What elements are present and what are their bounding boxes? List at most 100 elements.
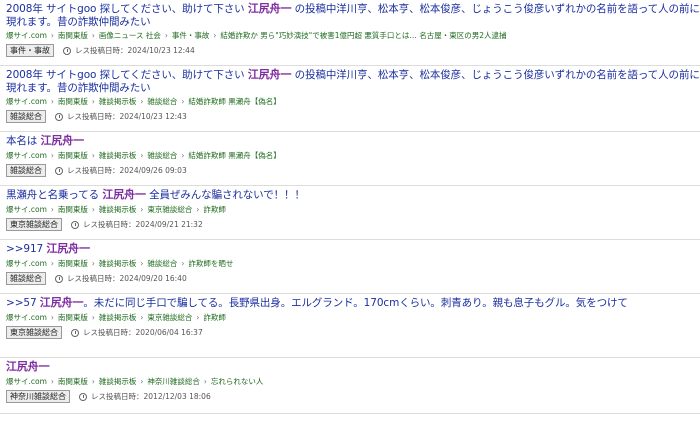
breadcrumb-separator: › — [91, 97, 95, 106]
breadcrumb-link[interactable]: 南関東版 — [58, 31, 88, 40]
category-badge[interactable]: 雑談総合 — [6, 110, 46, 123]
post-date-label: レス投稿日時： — [91, 392, 144, 401]
breadcrumb-link[interactable]: 東京雑談総合 — [147, 313, 192, 322]
post-date-label: レス投稿日時： — [83, 328, 136, 337]
title-highlight: 江尻舟一 — [46, 242, 90, 255]
result-item: 本名は 江尻舟一 爆サイ.com › 南関東版 › 雑談掲示板 › 雑談総合 › 結婚詐欺師 黒瀬… — [0, 132, 700, 186]
breadcrumb-link[interactable]: 南関東版 — [58, 313, 88, 322]
title-text: 2008年 サイトgoo 探してください、助けて下さい — [6, 69, 248, 81]
category-badge[interactable]: 東京雑談総合 — [6, 326, 62, 339]
breadcrumb: 爆サイ.com › 南関東版 › 雑談掲示板 › 雑談総合 › 詐欺師を晒せ — [6, 258, 700, 269]
breadcrumb-link[interactable]: 爆サイ.com — [6, 259, 47, 268]
breadcrumb-separator: › — [50, 377, 54, 386]
breadcrumb-link[interactable]: 爆サイ.com — [6, 377, 47, 386]
breadcrumb-separator: › — [140, 259, 144, 268]
result-title-link[interactable]: 2008年 サイトgoo 探してください、助けて下さい 江尻舟一 の投稿中洋川亨… — [6, 2, 700, 28]
breadcrumb-separator: › — [91, 205, 95, 214]
result-item: >>57 江尻舟一。未だに同じ手口で騙してる。長野県出身。エルグランド。170c… — [0, 294, 700, 358]
post-date: 2024/09/26 09:03 — [119, 166, 187, 175]
breadcrumb-link[interactable]: 爆サイ.com — [6, 31, 47, 40]
breadcrumb-link[interactable]: 南関東版 — [58, 259, 88, 268]
breadcrumb-separator: › — [203, 377, 207, 386]
category-badge[interactable]: 雑談総合 — [6, 164, 46, 177]
clock-icon — [55, 112, 63, 121]
breadcrumb: 爆サイ.com › 南関東版 › 画像ニュース 社会 › 事件・事故 › 結婚詐欺か 男ら"巧妙… — [6, 30, 700, 41]
title-highlight: 江尻舟一 — [6, 360, 50, 373]
breadcrumb-link[interactable]: 爆サイ.com — [6, 151, 47, 160]
result-title-link[interactable]: 江尻舟一 — [6, 360, 700, 374]
breadcrumb-link[interactable]: 雑談総合 — [147, 97, 177, 106]
title-highlight: 江尻舟一 — [102, 188, 146, 201]
result-title-link[interactable]: 本名は 江尻舟一 — [6, 134, 700, 148]
post-meta: 東京雑談総合 レス投稿日時： 2020/06/04 16:37 — [6, 326, 700, 339]
post-date: 2024/10/23 12:44 — [127, 46, 195, 55]
post-date: 2024/10/23 12:43 — [119, 112, 187, 121]
post-date: 2024/09/20 16:40 — [119, 274, 187, 283]
title-highlight: 江尻舟一 — [247, 68, 292, 81]
breadcrumb-link[interactable]: 雑談掲示板 — [99, 377, 137, 386]
breadcrumb-link[interactable]: 事件・事故 — [172, 31, 210, 40]
breadcrumb-link[interactable]: 南関東版 — [58, 97, 88, 106]
breadcrumb-link[interactable]: 雑談総合 — [147, 259, 177, 268]
breadcrumb-link[interactable]: 詐欺師 — [203, 313, 226, 322]
post-date-label: レス投稿日時： — [67, 112, 120, 121]
result-item: 江尻舟一 爆サイ.com › 南関東版 › 雑談掲示板 › 神奈川雑談総合 › 忘れられない人 神奈… — [0, 358, 700, 414]
category-badge[interactable]: 東京雑談総合 — [6, 218, 62, 231]
breadcrumb-link[interactable]: 東京雑談総合 — [147, 205, 192, 214]
post-date: 2024/09/21 21:32 — [135, 220, 203, 229]
category-badge[interactable]: 事件・事故 — [6, 44, 54, 57]
result-title-link[interactable]: 2008年 サイトgoo 探してください、助けて下さい 江尻舟一 の投稿中洋川亨… — [6, 68, 700, 94]
breadcrumb-link[interactable]: 雑談掲示板 — [99, 205, 137, 214]
breadcrumb-separator: › — [196, 313, 200, 322]
breadcrumb-separator: › — [181, 151, 185, 160]
breadcrumb-separator: › — [50, 97, 54, 106]
post-date-label: レス投稿日時： — [67, 274, 120, 283]
breadcrumb-separator: › — [50, 205, 54, 214]
breadcrumb-link[interactable]: 雑談総合 — [147, 151, 177, 160]
title-text: 本名は — [6, 135, 41, 147]
search-results-list: 2008年 サイトgoo 探してください、助けて下さい 江尻舟一 の投稿中洋川亨… — [0, 0, 700, 448]
breadcrumb-link[interactable]: 雑談掲示板 — [99, 97, 137, 106]
breadcrumb-link[interactable]: 詐欺師を晒せ — [188, 259, 233, 268]
breadcrumb-link[interactable]: 詐欺師 — [203, 205, 226, 214]
result-item: 2008年 サイトgoo 探してください、助けて下さい 江尻舟一 の投稿中洋川亨… — [0, 66, 700, 132]
result-title-link[interactable]: 黒瀬舟と名乗ってる 江尻舟一 全員ぜみんな騙されないで！！！ — [6, 188, 700, 202]
breadcrumb-link[interactable]: 神奈川雑談総合 — [147, 377, 200, 386]
breadcrumb-link[interactable]: 雑談掲示板 — [99, 151, 137, 160]
breadcrumb-link[interactable]: 爆サイ.com — [6, 97, 47, 106]
breadcrumb-separator: › — [140, 151, 144, 160]
breadcrumb-link[interactable]: 爆サイ.com — [6, 205, 47, 214]
category-badge[interactable]: 神奈川雑談総合 — [6, 390, 70, 403]
breadcrumb-separator: › — [140, 205, 144, 214]
result-title-link[interactable]: >>917 江尻舟一 — [6, 242, 700, 256]
breadcrumb-link[interactable]: 画像ニュース 社会 — [99, 31, 161, 40]
breadcrumb-link[interactable]: 爆サイ.com — [6, 313, 47, 322]
breadcrumb-separator: › — [140, 377, 144, 386]
breadcrumb-separator: › — [50, 313, 54, 322]
breadcrumb-link[interactable]: 結婚詐欺師 黒瀬舟【偽名】 — [188, 97, 280, 106]
breadcrumb-separator: › — [181, 259, 185, 268]
breadcrumb-link[interactable]: 雑談掲示板 — [99, 259, 137, 268]
title-highlight: 江尻舟一 — [247, 2, 292, 15]
result-title-link[interactable]: >>57 江尻舟一。未だに同じ手口で騙してる。長野県出身。エルグランド。170c… — [6, 296, 700, 310]
breadcrumb-link[interactable]: 結婚詐欺か 男ら"巧妙演技"で被害1億円超 悪質手口とは… 名古屋・東区の男2人… — [220, 31, 506, 40]
breadcrumb-link[interactable]: 結婚詐欺師 黒瀬舟【偽名】 — [188, 151, 280, 160]
breadcrumb-link[interactable]: 南関東版 — [58, 377, 88, 386]
breadcrumb-link[interactable]: 雑談掲示板 — [99, 313, 137, 322]
breadcrumb-separator: › — [50, 31, 54, 40]
breadcrumb-link[interactable]: 忘れられない人 — [211, 377, 264, 386]
breadcrumb-separator: › — [91, 31, 95, 40]
title-text: 全員ぜみんな騙されないで！！！ — [145, 189, 305, 201]
post-date-label: レス投稿日時： — [75, 46, 128, 55]
breadcrumb: 爆サイ.com › 南関東版 › 雑談掲示板 › 雑談総合 › 結婚詐欺師 黒瀬舟【偽名】 — [6, 96, 700, 107]
category-badge[interactable]: 雑談総合 — [6, 272, 46, 285]
breadcrumb-link[interactable]: 南関東版 — [58, 205, 88, 214]
clock-icon — [79, 392, 87, 401]
breadcrumb-separator: › — [140, 313, 144, 322]
breadcrumb-separator: › — [50, 151, 54, 160]
post-date: 2020/06/04 16:37 — [135, 328, 203, 337]
breadcrumb: 爆サイ.com › 南関東版 › 雑談掲示板 › 雑談総合 › 結婚詐欺師 黒瀬舟【偽名】 — [6, 150, 700, 161]
title-text: 黒瀬舟と名乗ってる — [6, 189, 103, 201]
breadcrumb: 爆サイ.com › 南関東版 › 雑談掲示板 › 東京雑談総合 › 詐欺師 — [6, 312, 700, 323]
breadcrumb-link[interactable]: 南関東版 — [58, 151, 88, 160]
